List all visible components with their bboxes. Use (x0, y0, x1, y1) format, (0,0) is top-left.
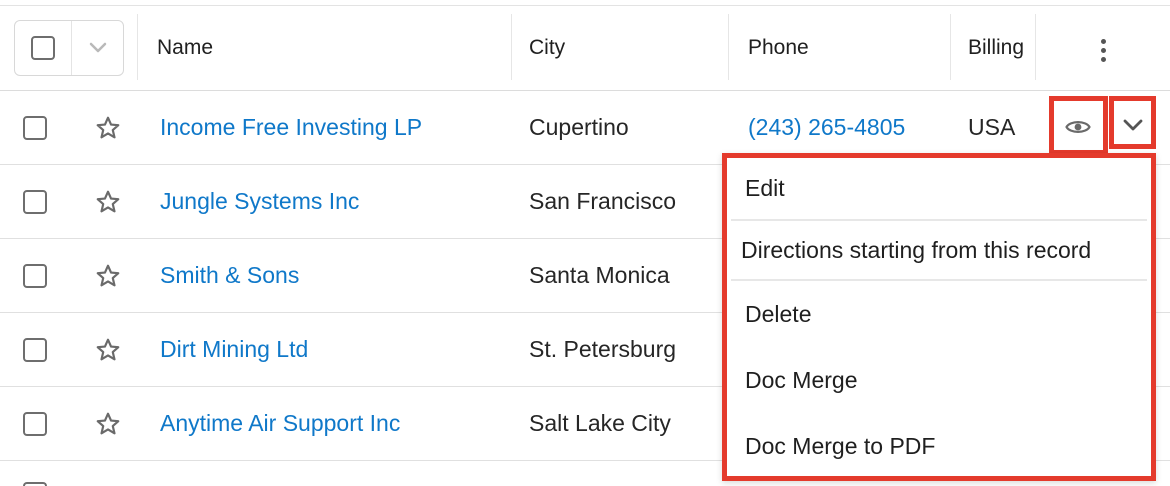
favorite-cell (95, 165, 121, 238)
star-outline-icon[interactable] (95, 263, 121, 289)
account-name-link[interactable]: Anytime Air Support Inc (160, 387, 400, 460)
vertical-ellipsis-icon[interactable] (1093, 36, 1113, 66)
menu-item-doc-merge-pdf[interactable]: Doc Merge to PDF (727, 414, 1151, 478)
list-header: Name City Phone Billing (0, 6, 1170, 91)
column-header-city[interactable]: City (529, 6, 565, 90)
row-checkbox[interactable] (23, 482, 47, 486)
row-checkbox[interactable] (23, 337, 47, 362)
row-select-cell (23, 313, 47, 386)
column-header-phone[interactable]: Phone (748, 6, 809, 90)
star-outline-icon[interactable] (95, 411, 121, 437)
preview-button-highlight (1049, 96, 1108, 155)
column-separator (728, 14, 729, 80)
select-all-checkbox[interactable] (31, 36, 55, 60)
list-view: Name City Phone Billing Income Free Inve… (0, 0, 1170, 486)
favorite-cell (95, 239, 121, 312)
city-value: San Francisco (529, 188, 677, 214)
account-name-link[interactable]: Income Free Investing LP (160, 91, 422, 164)
row-checkbox[interactable] (23, 263, 47, 288)
mass-select-control[interactable] (14, 20, 124, 76)
row-actions-menu: Edit Directions starting from this recor… (722, 153, 1156, 481)
favorite-cell (95, 313, 121, 386)
city-value: St. Petersburg (529, 336, 677, 362)
row-select-cell (23, 387, 47, 460)
menu-item-directions[interactable]: Directions starting from this record (727, 222, 1151, 278)
account-name-link[interactable]: Smith & Sons (160, 239, 299, 312)
row-checkbox[interactable] (23, 189, 47, 214)
city-value: Santa Monica (529, 262, 670, 288)
row-checkbox[interactable] (23, 411, 47, 436)
column-header-name[interactable]: Name (157, 6, 213, 90)
row-select-cell (23, 239, 47, 312)
select-all-checkbox-wrap[interactable] (15, 21, 72, 75)
account-name-link[interactable]: Jungle Systems Inc (160, 165, 359, 238)
row-actions-highlight (1109, 96, 1156, 149)
favorite-cell (95, 387, 121, 460)
account-name-link[interactable]: Dirt Mining Ltd (160, 313, 308, 386)
menu-item-doc-merge[interactable]: Doc Merge (727, 348, 1151, 412)
star-outline-icon[interactable] (95, 115, 121, 141)
column-separator (1035, 14, 1036, 80)
star-outline-icon[interactable] (95, 189, 121, 215)
city-value: Cupertino (529, 114, 629, 140)
menu-divider (731, 279, 1147, 281)
column-separator (511, 14, 512, 80)
menu-divider (731, 219, 1147, 221)
star-outline-icon[interactable] (95, 337, 121, 363)
city-value: Salt Lake City (529, 410, 671, 436)
column-header-billing[interactable]: Billing (968, 6, 1024, 90)
menu-item-edit[interactable]: Edit (727, 158, 1151, 218)
row-checkbox[interactable] (23, 115, 47, 140)
favorite-cell (95, 91, 121, 164)
mass-actions-dropdown[interactable] (72, 21, 123, 75)
column-separator (950, 14, 951, 80)
chevron-down-icon (89, 42, 106, 53)
row-select-cell (23, 91, 47, 164)
column-separator (137, 14, 138, 80)
menu-item-delete[interactable]: Delete (727, 282, 1151, 346)
row-select-cell (23, 165, 47, 238)
